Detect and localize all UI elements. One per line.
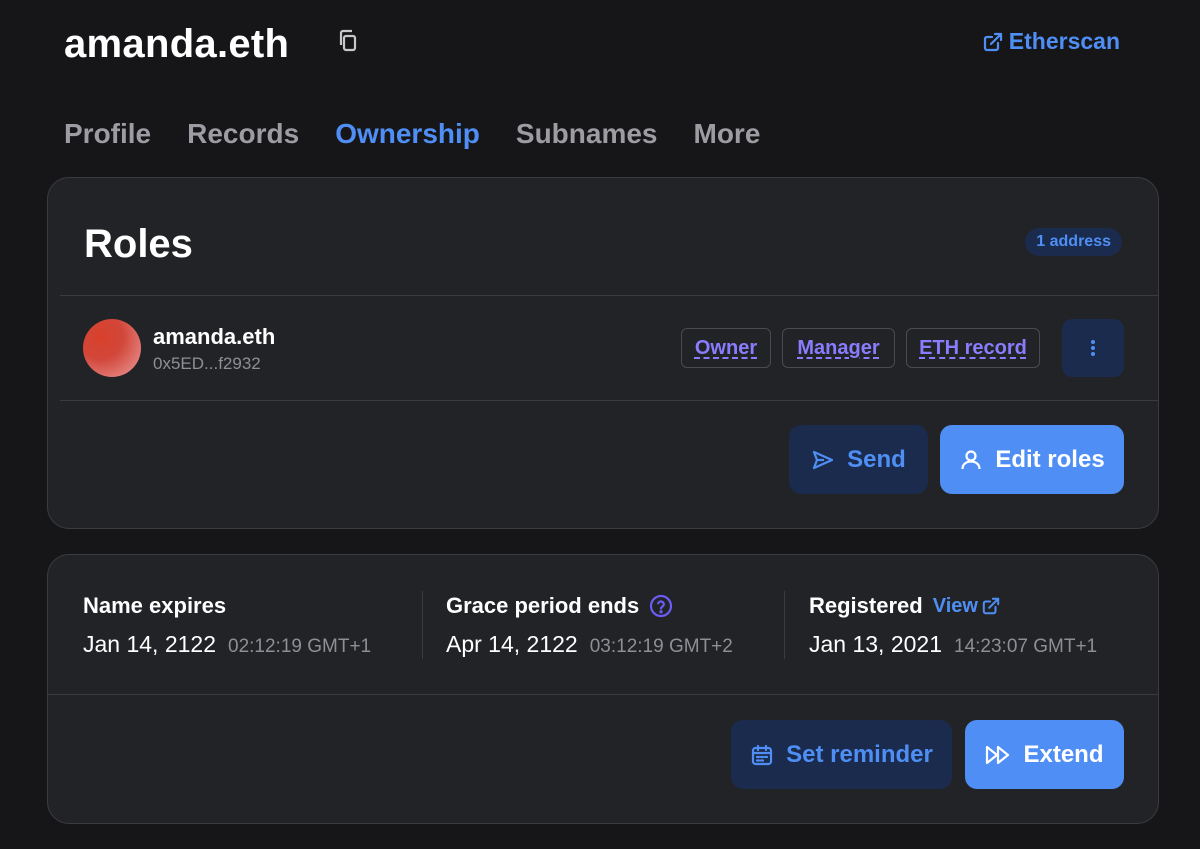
name-expires-time: 02:12:19 GMT+1	[228, 636, 372, 657]
tab-ownership[interactable]: Ownership	[335, 118, 480, 150]
page-header: amanda.eth Etherscan	[64, 20, 1120, 68]
name-expires-label-text: Name expires	[83, 593, 227, 618]
registered-label: Registered View	[809, 591, 1097, 621]
external-link-icon	[982, 597, 1000, 615]
edit-roles-button[interactable]: Edit roles	[940, 425, 1124, 494]
tab-subnames[interactable]: Subnames	[516, 118, 658, 150]
registration-view-link[interactable]: View	[933, 595, 1000, 618]
user-icon	[961, 449, 981, 469]
send-icon	[813, 450, 834, 469]
registered-date: Jan 13, 2021	[809, 631, 943, 657]
extend-button[interactable]: Extend	[965, 720, 1124, 789]
etherscan-label: Etherscan	[1008, 28, 1120, 54]
send-label: Send	[847, 445, 906, 473]
divider	[48, 694, 1158, 695]
grace-period-date: Apr 14, 2122	[446, 631, 578, 657]
registered-time: 14:23:07 GMT+1	[954, 636, 1098, 657]
tab-profile[interactable]: Profile	[64, 118, 151, 150]
external-link-icon	[983, 32, 1002, 51]
address-count-badge: 1 address	[1025, 228, 1122, 256]
extend-label: Extend	[1023, 740, 1104, 768]
tab-more[interactable]: More	[694, 118, 761, 150]
grace-period-value: Apr 14, 2122 03:12:19 GMT+2	[446, 631, 733, 658]
more-options-button[interactable]	[1062, 319, 1124, 377]
column-divider	[784, 591, 785, 659]
grace-period-time: 03:12:19 GMT+2	[589, 636, 733, 657]
roles-card: Roles 1 address amanda.eth 0x5ED...f2932…	[47, 177, 1159, 529]
role-tag-owner[interactable]: Owner	[681, 328, 771, 368]
tab-records[interactable]: Records	[187, 118, 299, 150]
role-tag-manager[interactable]: Manager	[782, 328, 895, 368]
column-divider	[422, 591, 423, 659]
name-expires-value: Jan 14, 2122 02:12:19 GMT+1	[83, 631, 371, 658]
send-button[interactable]: Send	[789, 425, 928, 494]
calendar-icon	[752, 744, 773, 765]
avatar	[83, 319, 141, 377]
tab-bar: Profile Records Ownership Subnames More	[64, 118, 760, 150]
role-user-address: 0x5ED...f2932	[153, 354, 261, 373]
kebab-menu-icon	[1091, 340, 1095, 356]
view-link-label: View	[932, 594, 978, 617]
etherscan-link[interactable]: Etherscan	[983, 28, 1120, 55]
name-expires-date: Jan 14, 2122	[83, 631, 217, 657]
role-tag-eth-record[interactable]: ETH record	[906, 328, 1040, 368]
role-user-name: amanda.eth	[153, 324, 276, 349]
expiry-card: Name expires Jan 14, 2122 02:12:19 GMT+1…	[47, 554, 1159, 824]
name-expires-label: Name expires	[83, 591, 371, 621]
divider	[60, 295, 1158, 296]
set-reminder-label: Set reminder	[786, 740, 933, 768]
set-reminder-button[interactable]: Set reminder	[731, 720, 952, 789]
registered-section: Registered View Jan 13, 2021 14:23:07 GM…	[809, 591, 1097, 658]
grace-period-label: Grace period ends	[446, 591, 733, 621]
copy-icon[interactable]	[336, 28, 362, 54]
name-expires-section: Name expires Jan 14, 2122 02:12:19 GMT+1	[83, 591, 371, 658]
grace-period-label-text: Grace period ends	[446, 593, 640, 618]
help-icon[interactable]	[649, 594, 673, 618]
divider	[60, 400, 1158, 401]
registered-label-text: Registered	[809, 593, 923, 618]
grace-period-section: Grace period ends Apr 14, 2122 03:12:19 …	[446, 591, 733, 658]
fast-forward-icon	[986, 745, 1010, 764]
edit-roles-label: Edit roles	[995, 445, 1105, 473]
page-title: amanda.eth	[64, 22, 290, 66]
roles-title: Roles	[84, 222, 193, 266]
registered-value: Jan 13, 2021 14:23:07 GMT+1	[809, 631, 1097, 658]
